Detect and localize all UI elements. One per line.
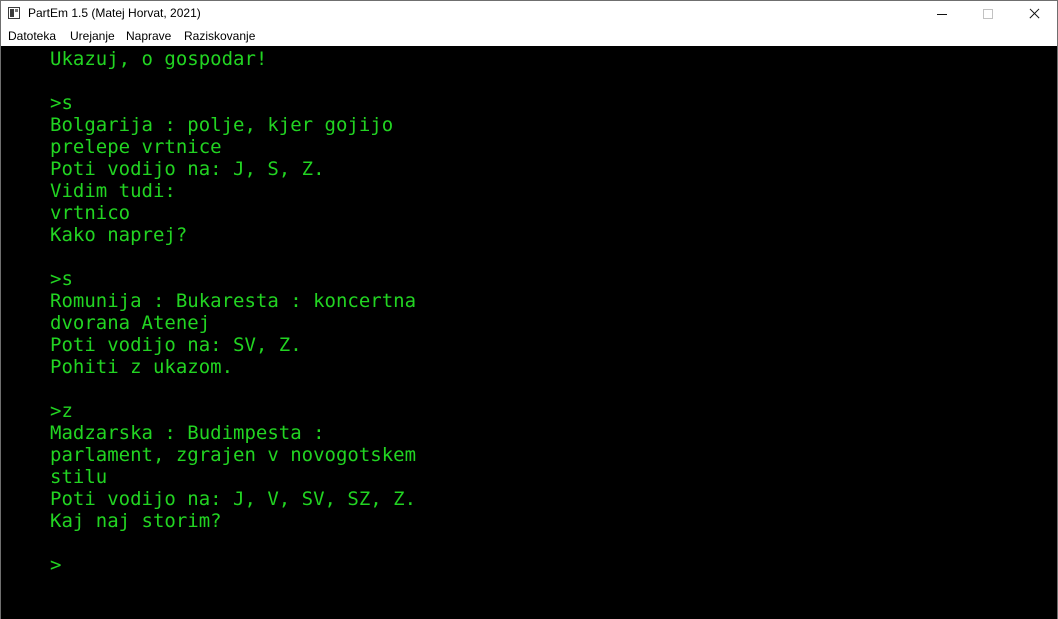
- terminal-screen[interactable]: Ukazuj, o gospodar! >s Bolgarija : polje…: [1, 46, 1057, 619]
- terminal-line: >z: [50, 400, 73, 422]
- menu-urejanje[interactable]: Urejanje: [70, 29, 115, 43]
- terminal-prompt[interactable]: >: [50, 554, 61, 576]
- terminal-line: Kako naprej?: [50, 224, 188, 246]
- terminal-line: Vidim tudi:: [50, 180, 176, 202]
- terminal-line: prelepe vrtnice: [50, 136, 222, 158]
- terminal-line: >s: [50, 268, 73, 290]
- terminal-line: Bolgarija : polje, kjer gojijo: [50, 114, 394, 136]
- menu-naprave[interactable]: Naprave: [126, 29, 171, 43]
- terminal-line: Poti vodijo na: SV, Z.: [50, 334, 302, 356]
- terminal-line: Madzarska : Budimpesta :: [50, 422, 325, 444]
- terminal-line: Ukazuj, o gospodar!: [50, 48, 268, 70]
- app-icon[interactable]: [8, 7, 20, 19]
- close-button[interactable]: [1011, 1, 1057, 27]
- terminal-line: Poti vodijo na: J, S, Z.: [50, 158, 325, 180]
- minimize-button[interactable]: [919, 1, 965, 27]
- window-title: PartEm 1.5 (Matej Horvat, 2021): [28, 6, 201, 20]
- terminal-line: parlament, zgrajen v novogotskem: [50, 444, 417, 466]
- terminal-line: vrtnico: [50, 202, 131, 224]
- terminal-line: Romunija : Bukaresta : koncertna: [50, 290, 417, 312]
- terminal-line: stilu: [50, 466, 108, 488]
- terminal-line: Pohiti z ukazom.: [50, 356, 234, 378]
- menu-raziskovanje[interactable]: Raziskovanje: [184, 29, 255, 43]
- app-window: PartEm 1.5 (Matej Horvat, 2021) Datoteka…: [0, 0, 1058, 619]
- terminal-line: Poti vodijo na: J, V, SV, SZ, Z.: [50, 488, 417, 510]
- title-bar[interactable]: PartEm 1.5 (Matej Horvat, 2021): [1, 1, 1057, 27]
- menu-bar: Datoteka Urejanje Naprave Raziskovanje: [1, 27, 1057, 46]
- maximize-button: [965, 1, 1011, 27]
- terminal-line: dvorana Atenej: [50, 312, 211, 334]
- terminal-line: Kaj naj storim?: [50, 510, 222, 532]
- menu-datoteka[interactable]: Datoteka: [8, 29, 56, 43]
- terminal-line: >s: [50, 92, 73, 114]
